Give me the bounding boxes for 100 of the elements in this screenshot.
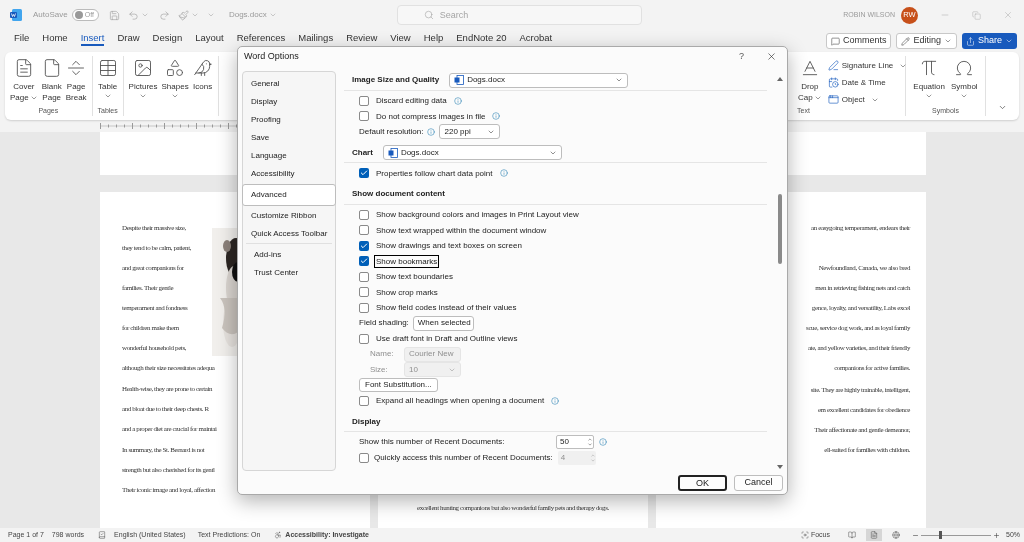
ribbon-tab[interactable]: Help (423, 32, 444, 46)
category-item[interactable]: Customize Ribbon (243, 206, 335, 225)
checkbox[interactable] (359, 111, 369, 122)
category-item[interactable]: General (243, 74, 335, 93)
checkbox[interactable] (359, 95, 369, 106)
ribbon-tab[interactable]: Layout (195, 32, 224, 46)
page-icon (870, 531, 878, 539)
dropdown[interactable]: 220 ppi (439, 124, 501, 140)
checkbox[interactable] (359, 225, 369, 236)
ribbon-tab[interactable]: Acrobat (519, 32, 553, 46)
category-item[interactable]: Trust Center (243, 263, 332, 282)
close-icon[interactable] (766, 51, 777, 63)
ribbon-command[interactable]: Drop Cap (797, 58, 823, 103)
search-icon (423, 10, 434, 20)
cancel-button[interactable]: Cancel (734, 474, 783, 491)
bird-icon (192, 58, 213, 78)
caret-icon (1005, 37, 1013, 45)
page-break-icon (66, 58, 87, 78)
option-label: Do not compress images in file (375, 110, 487, 123)
book-icon (848, 531, 856, 539)
ribbon-tab[interactable]: EndNote 20 (456, 32, 507, 46)
ribbon-tab[interactable]: Review (346, 32, 378, 46)
checkbox[interactable] (359, 209, 369, 220)
collapse-ribbon-icon[interactable] (998, 103, 1007, 112)
help-button[interactable]: ? (739, 50, 744, 64)
search-field[interactable]: Search (396, 5, 642, 25)
category-item[interactable]: Add-ins (243, 245, 332, 264)
zoom-in-icon[interactable] (993, 531, 1000, 539)
category-item[interactable]: Display (243, 92, 335, 111)
ribbon-command[interactable]: Table (96, 58, 119, 100)
checkbox[interactable] (359, 395, 369, 406)
ribbon-tab[interactable]: Insert (80, 32, 105, 46)
down-arrow-icon[interactable] (776, 465, 783, 470)
ribbon-command[interactable]: Date & Time (827, 75, 908, 90)
comments-button[interactable]: Comments (825, 33, 892, 49)
option-label: Show bookmarks (374, 254, 440, 268)
ribbon-tab[interactable]: Design (152, 32, 183, 46)
option-label: Expand all headings when opening a document (375, 395, 546, 408)
ribbon-command[interactable]: Shapes (160, 58, 190, 100)
checkbox[interactable] (359, 168, 369, 179)
checkbox[interactable] (359, 287, 369, 298)
zoom-slider[interactable] (921, 531, 991, 539)
share-button[interactable]: Share (961, 33, 1017, 49)
number-spinner[interactable]: 50 (556, 435, 594, 450)
option-label: Show text wrapped within the document window (375, 224, 548, 237)
up-caret-icon (589, 452, 596, 458)
proofing-icon[interactable] (98, 531, 107, 539)
category-item[interactable]: Quick Access Toolbar (243, 224, 335, 243)
accessibility-icon[interactable] (274, 531, 283, 539)
category-item[interactable]: Accessibility (243, 164, 335, 183)
dropdown[interactable]: Dogs.docx (382, 145, 562, 161)
pen-icon (827, 60, 839, 71)
font-substitution-button[interactable]: Font Substitution... (359, 378, 438, 393)
ribbon-tab[interactable]: File (14, 32, 30, 46)
option-label: Properties follow chart data point (375, 167, 494, 180)
field-label: Default resolution: (359, 125, 424, 138)
ribbon-tab[interactable]: References (236, 32, 286, 46)
focus-icon[interactable] (800, 531, 809, 539)
ribbon-command[interactable]: Blank Page (40, 58, 63, 103)
checkbox[interactable] (359, 302, 369, 313)
ribbon-tab[interactable]: View (390, 32, 411, 46)
ribbon-command[interactable]: Equation (912, 58, 946, 100)
picture-icon (133, 58, 154, 78)
checkbox[interactable] (359, 256, 369, 267)
ribbon-command[interactable]: Icons (191, 58, 214, 92)
ribbon-command[interactable]: Pictures (127, 58, 159, 100)
up-arrow-icon[interactable] (776, 76, 783, 81)
field-label: Field shading: (359, 317, 409, 330)
dialog-title: Word Options (244, 50, 299, 64)
dropdown[interactable]: When selected (412, 315, 474, 331)
ribbon-tab[interactable]: Draw (117, 32, 140, 46)
option-label: Discard editing data (375, 95, 448, 108)
field-label: Name: (370, 348, 395, 361)
dropdown[interactable]: Dogs.docx (449, 72, 629, 88)
ribbon-command[interactable]: Signature Line (827, 58, 908, 73)
editing-button[interactable]: Editing (896, 33, 957, 49)
ribbon-command[interactable]: Page Break (64, 58, 88, 103)
view-button[interactable] (866, 529, 882, 541)
window-icon (827, 94, 839, 105)
ribbon-command[interactable]: Cover Page (9, 58, 39, 103)
checkbox[interactable] (359, 271, 369, 282)
category-item[interactable]: Advanced (242, 183, 336, 206)
option-label: Quickly access this number of Recent Documents: (374, 451, 553, 464)
checkbox[interactable] (359, 333, 369, 344)
ribbon-command[interactable]: Object (827, 92, 908, 107)
caret-icon (140, 11, 149, 19)
globe-icon (892, 531, 900, 539)
ribbon-tab[interactable]: Mailings (298, 32, 334, 46)
checkbox[interactable] (359, 240, 369, 251)
category-item[interactable]: Save (243, 128, 335, 147)
option-label: Show crop marks (375, 286, 439, 299)
category-item[interactable]: Language (243, 146, 335, 165)
down-caret-icon (587, 442, 593, 448)
document-icon (454, 75, 465, 86)
section-heading: Chart (352, 146, 373, 159)
category-item[interactable]: Proofing (243, 110, 335, 129)
option-label: Show drawings and text boxes on screen (375, 240, 523, 253)
ok-button[interactable]: OK (678, 474, 727, 491)
ribbon-tab[interactable]: Home (42, 32, 68, 46)
ribbon-command[interactable]: Symbol (949, 58, 979, 100)
